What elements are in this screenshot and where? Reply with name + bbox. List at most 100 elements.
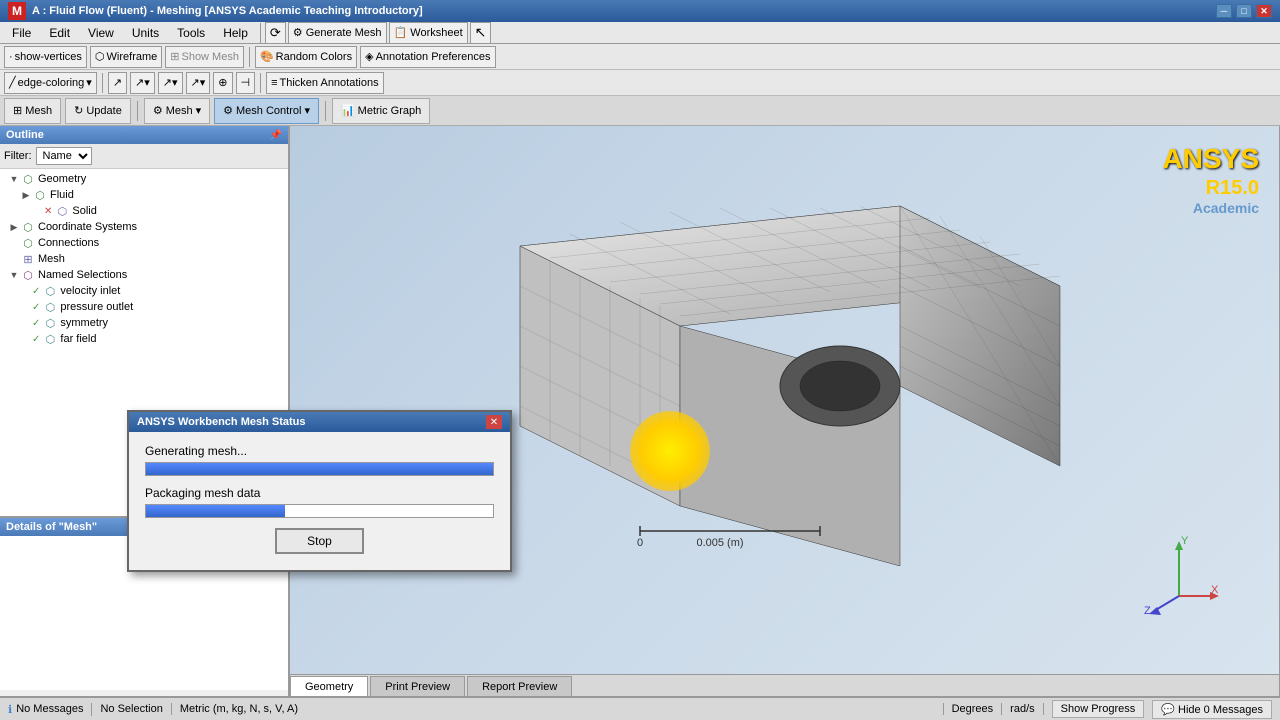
tree-item-symmetry[interactable]: ✓ ⬡ symmetry — [0, 315, 288, 331]
menu-help[interactable]: Help — [215, 24, 256, 42]
arrow-tool-2[interactable]: ↗▾ — [130, 72, 155, 94]
ribbon-update-btn[interactable]: ↻ Update — [65, 98, 131, 124]
arrow-tool-3[interactable]: ↗▾ — [158, 72, 183, 94]
maximize-button[interactable]: □ — [1236, 4, 1252, 18]
filter-select[interactable]: Name — [36, 147, 92, 165]
icon-geometry: ⬡ — [20, 172, 36, 186]
label-far-field: far field — [60, 333, 96, 345]
label-symmetry: symmetry — [60, 317, 108, 329]
mesh2-icon: ⚙ — [153, 104, 163, 117]
hide-messages-btn[interactable]: 💬 Hide 0 Messages — [1152, 700, 1272, 719]
viewport-tabs: Geometry Print Preview Report Preview — [290, 674, 1279, 696]
toolbar-row-2: ╱ edge-coloring ▾ ↗ ↗▾ ↗▾ ↗▾ ⊕ ⊣ ≡ Thick… — [0, 70, 1280, 96]
svg-text:Y: Y — [1181, 536, 1189, 547]
tree-item-connections[interactable]: ⬡ Connections — [0, 235, 288, 251]
outline-pin-icon[interactable]: 📌 — [270, 130, 282, 141]
tb-sep-1 — [249, 47, 250, 67]
menu-file[interactable]: File — [4, 24, 39, 42]
status-selection: No Selection — [100, 703, 162, 715]
ribbon-mesh-btn[interactable]: ⊞ Mesh — [4, 98, 61, 124]
tree-item-vel-inlet[interactable]: ✓ ⬡ velocity inlet — [0, 283, 288, 299]
progress-dialog: ANSYS Workbench Mesh Status ✕ Generating… — [127, 410, 512, 572]
thicken-ann-button[interactable]: ≡ Thicken Annotations — [266, 72, 384, 94]
title-bar-controls: ─ □ ✕ — [1216, 4, 1272, 18]
progress-bar-1 — [145, 462, 494, 476]
worksheet-button[interactable]: 📋 Worksheet — [389, 22, 468, 44]
status-messages: No Messages — [16, 703, 83, 715]
menu-view[interactable]: View — [80, 24, 122, 42]
tree-item-named-sel[interactable]: ▼ ⬡ Named Selections — [0, 267, 288, 283]
icon-pressure: ⬡ — [42, 300, 58, 314]
toolbar-refresh-button[interactable]: ⟳ — [265, 22, 286, 44]
arrow-tool-5[interactable]: ⊕ — [213, 72, 232, 94]
wireframe-button[interactable]: ⬡ Wireframe — [90, 46, 162, 68]
menu-tools[interactable]: Tools — [169, 24, 213, 42]
ribbon-metric-btn[interactable]: 📊 Metric Graph — [332, 98, 430, 124]
status-angle: Degrees — [952, 703, 994, 715]
progress-title-bar: ANSYS Workbench Mesh Status ✕ — [129, 412, 510, 432]
arrow-tool-6[interactable]: ⊣ — [236, 72, 256, 94]
tree-item-fluid[interactable]: ▶ ⬡ Fluid — [0, 187, 288, 203]
minimize-button[interactable]: ─ — [1216, 4, 1232, 18]
show-vertices-button[interactable]: · show-vertices — [4, 46, 87, 68]
tree-item-geometry[interactable]: ▼ ⬡ Geometry — [0, 171, 288, 187]
expander-coord[interactable]: ▶ — [8, 221, 20, 233]
cursor-button[interactable]: ↖ — [470, 22, 492, 44]
expander-sym — [20, 317, 32, 329]
progress-label-2: Packaging mesh data — [145, 486, 494, 500]
status-units-section: Metric (m, kg, N, s, V, A) — [180, 703, 944, 715]
ansys-logo-text: ANSYS — [1163, 142, 1259, 176]
random-colors-button[interactable]: 🎨 Random Colors — [255, 46, 357, 68]
details-title: Details of "Mesh" — [6, 521, 97, 533]
arrow-tool-1[interactable]: ↗ — [108, 72, 127, 94]
meshctrl-dropdown: ▾ — [304, 104, 310, 117]
tree-item-coord[interactable]: ▶ ⬡ Coordinate Systems — [0, 219, 288, 235]
expander-connections — [8, 237, 20, 249]
metric-icon: 📊 — [341, 104, 355, 117]
ribbon-mesh2-btn[interactable]: ⚙ Mesh ▾ — [144, 98, 210, 124]
tab-print-preview[interactable]: Print Preview — [370, 676, 465, 696]
expander-fluid[interactable]: ▶ — [20, 189, 32, 201]
close-button[interactable]: ✕ — [1256, 4, 1272, 18]
progress-close-button[interactable]: ✕ — [486, 415, 502, 429]
progress-dialog-title: ANSYS Workbench Mesh Status — [137, 416, 306, 428]
status-angle-section: Degrees — [952, 703, 1003, 715]
show-progress-btn[interactable]: Show Progress — [1052, 700, 1145, 718]
messages-icon: ℹ — [8, 703, 12, 716]
mesh-icon: ⊞ — [13, 104, 22, 117]
tree-item-solid[interactable]: ✕ ⬡ Solid — [0, 203, 288, 219]
ribbon: ⊞ Mesh ↻ Update ⚙ Mesh ▾ ⚙ Mesh Control … — [0, 96, 1280, 126]
random-colors-label: Random Colors — [276, 51, 352, 63]
vertices-icon: · — [9, 51, 13, 63]
tab-report-preview-label: Report Preview — [482, 681, 557, 693]
stop-button[interactable]: Stop — [275, 528, 364, 554]
icon-far: ⬡ — [42, 332, 58, 346]
ribbon-meshctrl-btn[interactable]: ⚙ Mesh Control ▾ — [214, 98, 319, 124]
toolbar-row-1: · show-vertices ⬡ Wireframe ⊞ Show Mesh … — [0, 44, 1280, 70]
menu-edit[interactable]: Edit — [41, 24, 78, 42]
rib-sep-2 — [325, 101, 326, 121]
expander-named-sel[interactable]: ▼ — [8, 269, 20, 281]
expander-geometry[interactable]: ▼ — [8, 173, 20, 185]
show-mesh-button[interactable]: ⊞ Show Mesh — [165, 46, 244, 68]
arrow-tool-4[interactable]: ↗▾ — [186, 72, 211, 94]
annotation-prefs-button[interactable]: ◈ Annotation Preferences — [360, 46, 495, 68]
status-messages-section: ℹ No Messages — [8, 703, 92, 716]
edge-dropdown-icon: ▾ — [86, 76, 92, 89]
edge-coloring-label: edge-coloring — [18, 77, 85, 89]
icon-connections: ⬡ — [20, 236, 36, 250]
wireframe-label: Wireframe — [107, 51, 158, 63]
tree-item-far-field[interactable]: ✓ ⬡ far field — [0, 331, 288, 347]
ribbon-metric-label: Metric Graph — [358, 105, 422, 117]
edge-coloring-button[interactable]: ╱ edge-coloring ▾ — [4, 72, 97, 94]
icon-mesh-item: ⊞ — [20, 252, 36, 266]
tab-report-preview[interactable]: Report Preview — [467, 676, 572, 696]
annotation-prefs-label: Annotation Preferences — [376, 51, 491, 63]
tab-geometry[interactable]: Geometry — [290, 676, 368, 696]
menu-units[interactable]: Units — [124, 24, 167, 42]
tree-item-pressure-outlet[interactable]: ✓ ⬡ pressure outlet — [0, 299, 288, 315]
generate-mesh-button[interactable]: ⚙ Generate Mesh — [288, 22, 387, 44]
outline-title: Outline — [6, 129, 44, 141]
tree-item-mesh[interactable]: ⊞ Mesh — [0, 251, 288, 267]
filter-label: Filter: — [4, 150, 32, 162]
